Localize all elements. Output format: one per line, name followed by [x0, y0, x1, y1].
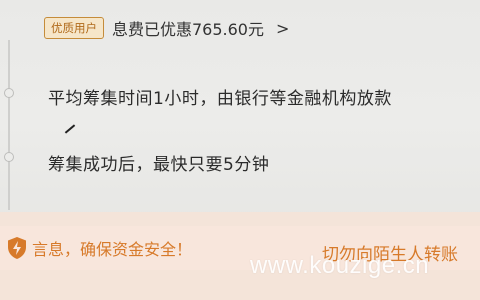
- shield-lightning-icon: [6, 235, 28, 261]
- watermark: www.kouzige.cn: [250, 252, 430, 279]
- warning-text: 言息，确保资金安全！: [32, 240, 193, 259]
- timeline-line: [8, 40, 10, 210]
- loan-detail-screen: 优质用户 息费已优惠765.60元 > 平均筹集时间1小时，由银行等金融机构放款…: [0, 0, 480, 300]
- timeline-dot: [4, 152, 14, 162]
- benefit-row[interactable]: 优质用户 息费已优惠765.60元 >: [44, 16, 289, 40]
- premium-user-badge: 优质用户: [44, 17, 104, 39]
- pen-mark: [64, 124, 76, 134]
- step-funding-time: 平均筹集时间1小时，由银行等金融机构放款: [48, 89, 392, 109]
- timeline-dot: [4, 88, 14, 98]
- step-fast-disbursement: 筹集成功后，最快只要5分钟: [48, 155, 270, 175]
- fee-discount-text: 息费已优惠765.60元: [112, 20, 264, 39]
- chevron-right-icon[interactable]: >: [276, 19, 289, 38]
